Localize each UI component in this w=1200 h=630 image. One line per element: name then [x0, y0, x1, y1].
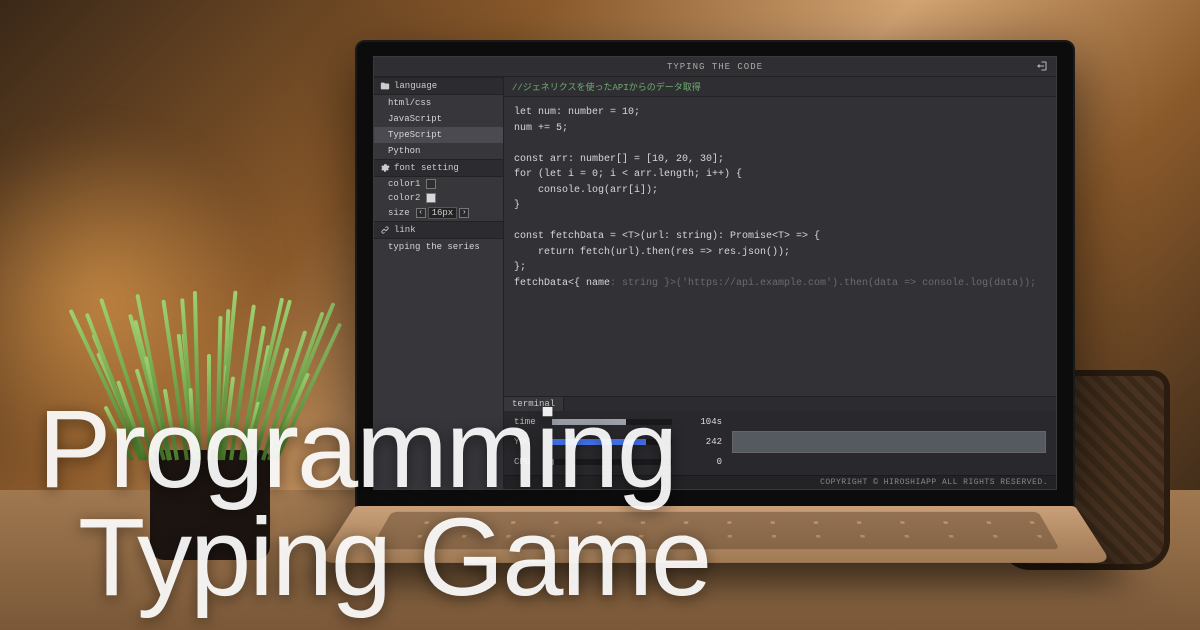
- editor-area: //ジェネリクスを使ったAPIからのデータ取得 let num: number …: [504, 77, 1056, 489]
- stat-value: 0: [682, 457, 722, 467]
- stat-bar: [552, 459, 672, 465]
- section-font: font setting: [374, 159, 503, 177]
- typing-input[interactable]: [732, 431, 1046, 453]
- section-language: language: [374, 77, 503, 95]
- laptop: TYPING THE CODE language html/cssJavaScr…: [355, 40, 1075, 596]
- gear-icon: [380, 163, 390, 173]
- plant-pot: [150, 450, 270, 560]
- size-decrease-button[interactable]: ‹: [416, 208, 426, 218]
- size-value: 16px: [428, 207, 458, 219]
- stat-value: 242: [682, 437, 722, 447]
- link-icon: [380, 225, 390, 235]
- language-item[interactable]: Python: [374, 143, 503, 159]
- stat-label: time: [514, 417, 542, 427]
- color1-swatch[interactable]: [426, 179, 436, 189]
- stat-label: CPU: [514, 457, 542, 467]
- color2-swatch[interactable]: [426, 193, 436, 203]
- size-increase-button[interactable]: ›: [459, 208, 469, 218]
- terminal-tab[interactable]: terminal: [504, 397, 564, 411]
- stat-row: CPU 0: [514, 457, 1046, 467]
- laptop-keyboard: [318, 506, 1111, 563]
- terminal: terminal time 104s YOU 242 CPU 0: [504, 396, 1056, 475]
- sidebar: language html/cssJavaScriptTypeScriptPyt…: [374, 77, 504, 489]
- font-header-label: font setting: [394, 163, 459, 173]
- stat-label: YOU: [514, 437, 542, 447]
- language-item[interactable]: TypeScript: [374, 127, 503, 143]
- language-header-label: language: [394, 81, 437, 91]
- stat-bar: [552, 439, 672, 445]
- code-comment: //ジェネリクスを使ったAPIからのデータ取得: [504, 77, 1056, 97]
- link-header-label: link: [394, 225, 416, 235]
- code-editor[interactable]: let num: number = 10; num += 5; const ar…: [504, 97, 1056, 396]
- stat-bar: [552, 419, 672, 425]
- stat-value: 104s: [682, 417, 722, 427]
- app-title: TYPING THE CODE: [667, 62, 763, 72]
- folder-icon: [380, 81, 390, 91]
- language-item[interactable]: JavaScript: [374, 111, 503, 127]
- titlebar: TYPING THE CODE: [374, 57, 1056, 77]
- exit-icon[interactable]: [1036, 60, 1048, 72]
- app-window: TYPING THE CODE language html/cssJavaScr…: [373, 56, 1057, 490]
- color1-label: color1: [388, 179, 420, 189]
- footer-copyright: COPYRIGHT © HIROSHIAPP ALL RIGHTS RESERV…: [504, 475, 1056, 489]
- stat-row: time 104s: [514, 417, 1046, 427]
- stat-row: YOU 242: [514, 431, 1046, 453]
- link-item[interactable]: typing the series: [374, 239, 503, 255]
- section-link: link: [374, 221, 503, 239]
- size-label: size: [388, 208, 410, 218]
- color2-label: color2: [388, 193, 420, 203]
- language-item[interactable]: html/css: [374, 95, 503, 111]
